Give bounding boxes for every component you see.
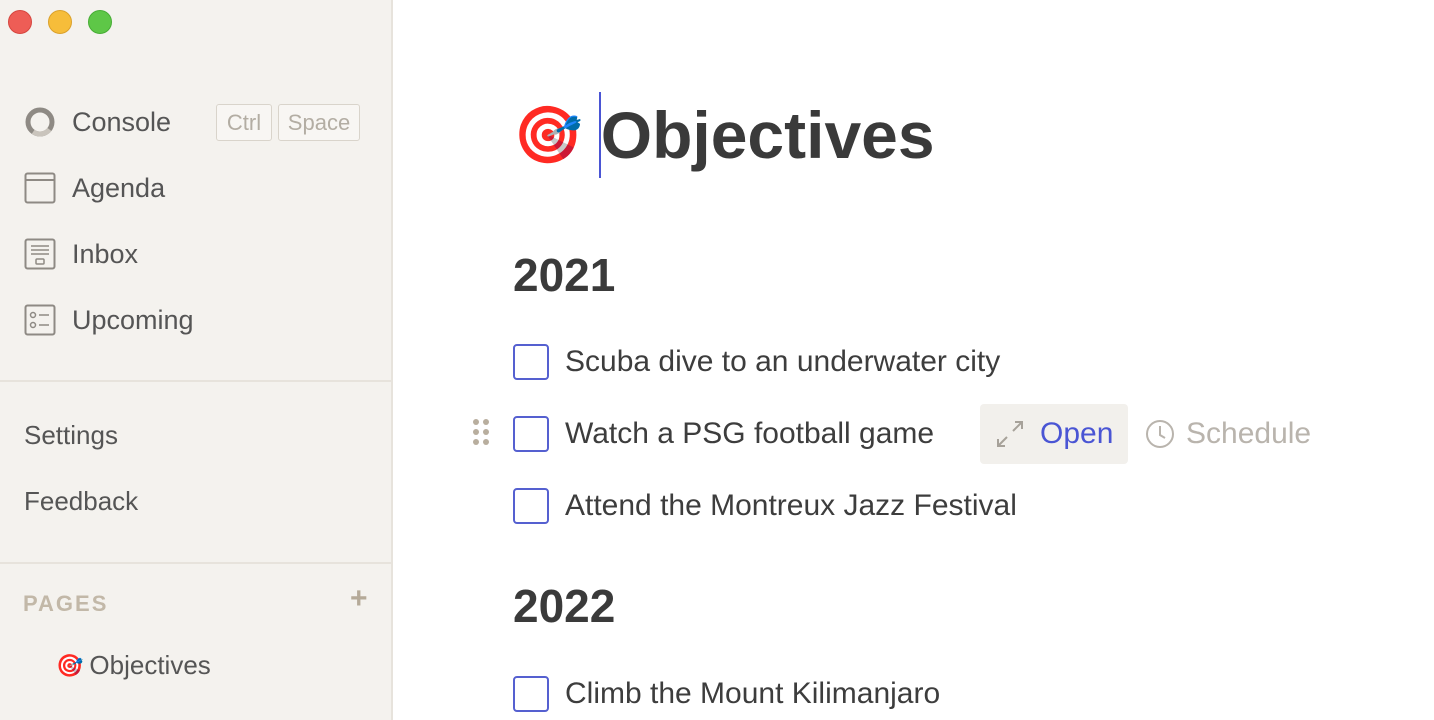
sidebar-item-label: Console [72, 106, 172, 137]
target-emoji-icon: 🎯 [56, 652, 84, 678]
section-heading-2021[interactable]: 2021 [513, 248, 615, 302]
task-text[interactable]: Climb the Mount Kilimanjaro [565, 677, 940, 711]
task-checkbox[interactable] [513, 416, 549, 452]
open-label: Open [1040, 417, 1114, 450]
schedule-label: Schedule [1186, 417, 1312, 450]
add-page-button[interactable]: + [350, 582, 368, 616]
task-checkbox[interactable] [513, 344, 549, 380]
task-text[interactable]: Scuba dive to an underwater city [565, 345, 1000, 379]
console-ring-icon [24, 106, 56, 138]
inbox-icon [24, 238, 56, 270]
drag-handle-icon[interactable] [471, 419, 491, 451]
sidebar-divider [0, 562, 393, 564]
sidebar-item-label: Inbox [72, 238, 139, 269]
sidebar-item-console[interactable]: Console [24, 102, 171, 142]
sidebar-page-objectives[interactable]: 🎯 Objectives [56, 650, 211, 681]
clock-icon [1146, 420, 1174, 448]
agenda-icon [24, 172, 56, 204]
sidebar-item-upcoming[interactable]: Upcoming [24, 300, 194, 340]
shortcut-key-ctrl: Ctrl [216, 104, 272, 141]
shortcut-key-space: Space [278, 104, 360, 141]
open-task-button[interactable]: Open [980, 404, 1128, 464]
window-minimize-button[interactable] [48, 10, 72, 34]
task-row[interactable]: Watch a PSG football game [513, 414, 934, 454]
task-row[interactable]: Attend the Montreux Jazz Festival [513, 486, 1017, 526]
sidebar-item-feedback[interactable]: Feedback [24, 486, 138, 517]
sidebar-item-label: Agenda [72, 172, 166, 203]
sidebar-item-inbox[interactable]: Inbox [24, 234, 138, 274]
sidebar-divider [0, 380, 393, 382]
sidebar-item-label: Upcoming [72, 304, 194, 335]
window-close-button[interactable] [8, 10, 32, 34]
task-row[interactable]: Scuba dive to an underwater city [513, 342, 1000, 382]
document-editor: 🎯 Objectives 2021 Scuba dive to an under… [395, 0, 1434, 720]
section-heading-2022[interactable]: 2022 [513, 579, 615, 633]
sidebar-item-settings[interactable]: Settings [24, 420, 118, 451]
task-checkbox[interactable] [513, 488, 549, 524]
expand-icon [997, 421, 1023, 447]
task-text[interactable]: Watch a PSG football game [565, 417, 934, 451]
sidebar-page-label: Objectives [89, 650, 211, 680]
task-row[interactable]: Climb the Mount Kilimanjaro [513, 674, 940, 714]
sidebar: Console Ctrl Space Agenda Inbox Upcoming… [0, 0, 393, 720]
page-title-row: 🎯 Objectives [513, 92, 935, 178]
target-emoji-icon[interactable]: 🎯 [513, 107, 583, 163]
window-maximize-button[interactable] [88, 10, 112, 34]
pages-section-label: PAGES [23, 591, 109, 616]
task-checkbox[interactable] [513, 676, 549, 712]
schedule-task-button[interactable]: Schedule [1144, 414, 1311, 454]
page-title[interactable]: Objectives [601, 97, 935, 173]
upcoming-icon [24, 304, 56, 336]
task-text[interactable]: Attend the Montreux Jazz Festival [565, 489, 1017, 523]
sidebar-item-agenda[interactable]: Agenda [24, 168, 165, 208]
